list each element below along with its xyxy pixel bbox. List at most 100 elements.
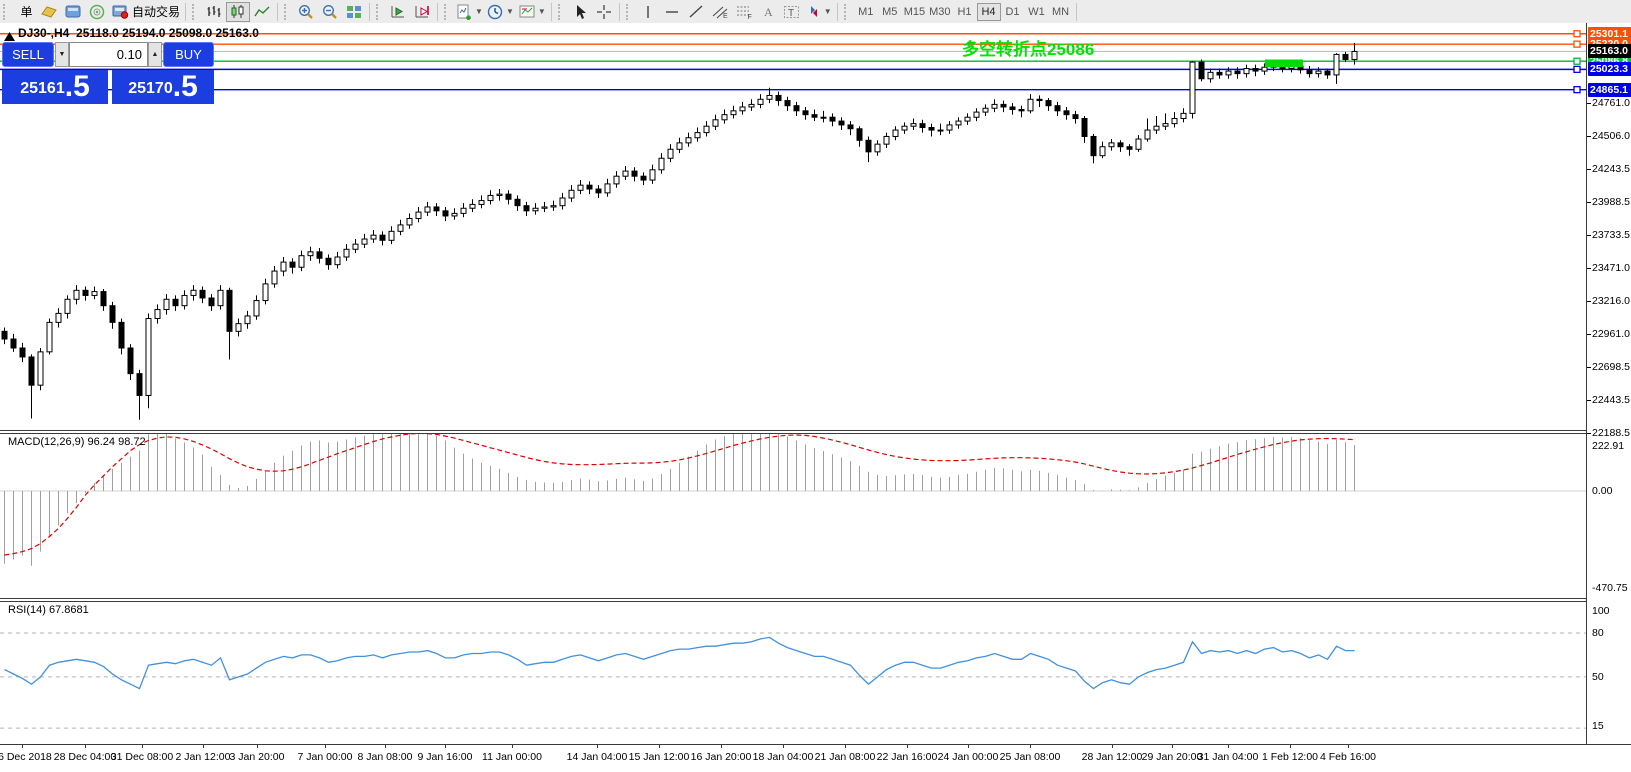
indicators-button[interactable]: ▼ xyxy=(454,2,485,22)
macd-signal-value: 98.72 xyxy=(118,436,146,448)
timeframe-m30-button[interactable]: M30 xyxy=(927,3,952,21)
horizontal-line-button[interactable] xyxy=(660,2,684,22)
time-tick-label: 4 Feb 16:00 xyxy=(1320,751,1376,763)
annotation-text[interactable]: 多空转折点25086 xyxy=(962,39,1094,59)
price-line-label: 25163.0 xyxy=(1588,44,1631,58)
templates-button[interactable]: ▼ xyxy=(516,2,548,22)
auto-trading-icon xyxy=(111,4,129,19)
macd-panel[interactable] xyxy=(0,434,1586,598)
macd-name: MACD(12,26,9) xyxy=(8,436,84,448)
trend-line-icon xyxy=(688,4,704,19)
bar-chart-button[interactable] xyxy=(202,2,226,22)
time-tick-label: 28 Dec 04:00 xyxy=(54,751,116,763)
chevron-down-icon: ▼ xyxy=(824,7,832,16)
timeframe-h1-button[interactable]: H1 xyxy=(953,3,977,21)
candle-body xyxy=(605,184,610,193)
candle-body xyxy=(929,127,934,130)
candle-body xyxy=(245,316,250,324)
price-axis[interactable]: 24761.024506.024243.523988.523733.523471… xyxy=(1587,23,1631,744)
auto-scroll-button[interactable] xyxy=(386,2,410,22)
periods-button[interactable]: ▼ xyxy=(485,2,516,22)
sell-button[interactable]: SELL xyxy=(2,42,54,67)
timeframe-m15-button[interactable]: M15 xyxy=(902,3,927,21)
candlestick-chart-icon xyxy=(229,4,247,19)
trend-line-button[interactable] xyxy=(684,2,708,22)
auto-trading-button[interactable]: 自动交易 xyxy=(109,2,182,22)
sell-price-display[interactable]: 25161 .5 xyxy=(2,70,108,104)
tile-windows-button[interactable] xyxy=(342,2,366,22)
crosshair-button[interactable] xyxy=(592,2,616,22)
timeframe-d1-button[interactable]: D1 xyxy=(1001,3,1025,21)
fibonacci-retracement-button[interactable]: F xyxy=(732,2,756,22)
price-tick-label: 23216.0 xyxy=(1592,295,1630,307)
rsi-value: 67.8681 xyxy=(49,604,89,616)
candle-body xyxy=(1352,51,1357,59)
candle-body xyxy=(614,176,619,184)
equidistant-channel-button[interactable]: E xyxy=(708,2,732,22)
mt4-terminal: 单自动交易▼▼▼EFAT▼M1M5M15M30H1H4D1W1MN 多空转折点2… xyxy=(0,0,1631,772)
line-chart-button[interactable] xyxy=(250,2,274,22)
timeframe-m5-button[interactable]: M5 xyxy=(878,3,902,21)
price-line-label: 24865.1 xyxy=(1588,83,1631,97)
chart-shift-button[interactable] xyxy=(410,2,434,22)
price-tick-label: 22188.5 xyxy=(1592,427,1630,439)
navigator-button[interactable] xyxy=(61,2,85,22)
candle-body xyxy=(1037,99,1042,100)
volume-increase-button[interactable]: ▲ xyxy=(148,42,162,67)
arrows-button[interactable]: ▼ xyxy=(804,2,834,22)
timeframe-mn-button[interactable]: MN xyxy=(1049,3,1073,21)
time-tick-mark xyxy=(445,745,446,748)
main-chart[interactable]: 多空转折点25086 xyxy=(0,23,1586,430)
new-order-button[interactable]: 单 xyxy=(13,2,37,22)
volume-decrease-button[interactable]: ▼ xyxy=(55,42,69,67)
timeframe-w1-button[interactable]: W1 xyxy=(1025,3,1049,21)
time-tick-mark xyxy=(783,745,784,748)
hline-handle[interactable] xyxy=(1574,41,1580,47)
highlight-rectangle[interactable] xyxy=(1265,60,1303,68)
timeframe-m1-button[interactable]: M1 xyxy=(854,3,878,21)
candle-body xyxy=(236,324,241,332)
price-tick-mark xyxy=(1587,268,1591,269)
candle-body xyxy=(1217,72,1222,75)
hline-handle[interactable] xyxy=(1574,58,1580,64)
candle-body xyxy=(344,249,349,257)
time-tick-mark xyxy=(257,745,258,748)
candle-body xyxy=(200,290,205,298)
market-watch-button[interactable] xyxy=(37,2,61,22)
main-toolbar: 单自动交易▼▼▼EFAT▼M1M5M15M30H1H4D1W1MN xyxy=(0,0,1631,24)
price-tick-label: 22961.0 xyxy=(1592,328,1630,340)
candle-body xyxy=(1046,101,1051,106)
zoom-in-button[interactable] xyxy=(294,2,318,22)
time-axis[interactable]: 26 Dec 201828 Dec 04:0031 Dec 08:002 Jan… xyxy=(0,744,1631,772)
timeframe-h4-button[interactable]: H4 xyxy=(977,3,1001,21)
vertical-line-button[interactable] xyxy=(636,2,660,22)
time-tick-label: 22 Jan 16:00 xyxy=(877,751,938,763)
time-tick-mark xyxy=(721,745,722,748)
hline-handle[interactable] xyxy=(1574,66,1580,72)
candle-body xyxy=(713,120,718,126)
strategy-tester-button[interactable] xyxy=(85,2,109,22)
candle-body xyxy=(794,106,799,111)
candle-body xyxy=(2,331,7,339)
text-label-button[interactable]: T xyxy=(780,2,804,22)
buy-price-display[interactable]: 25170 .5 xyxy=(112,70,214,104)
time-tick-mark xyxy=(1290,745,1291,748)
rsi-panel[interactable] xyxy=(0,602,1586,744)
hline-handle[interactable] xyxy=(1574,87,1580,93)
candlestick-chart-button[interactable] xyxy=(226,2,250,22)
hline-handle[interactable] xyxy=(1574,31,1580,37)
cursor-button[interactable] xyxy=(568,2,592,22)
buy-button[interactable]: BUY xyxy=(163,42,214,67)
candle-body xyxy=(461,208,466,213)
candle-body xyxy=(11,339,16,348)
toolbar-separator xyxy=(437,3,438,21)
equidistant-channel-icon: E xyxy=(711,4,729,19)
candle-body xyxy=(398,225,403,231)
price-tick-mark xyxy=(1587,334,1591,335)
zoom-out-button[interactable] xyxy=(318,2,342,22)
text-button[interactable]: A xyxy=(756,2,780,22)
time-tick-mark xyxy=(597,745,598,748)
volume-input[interactable]: 0.10 xyxy=(69,42,148,67)
price-tick-label: 22698.5 xyxy=(1592,361,1630,373)
candle-body xyxy=(56,313,61,322)
